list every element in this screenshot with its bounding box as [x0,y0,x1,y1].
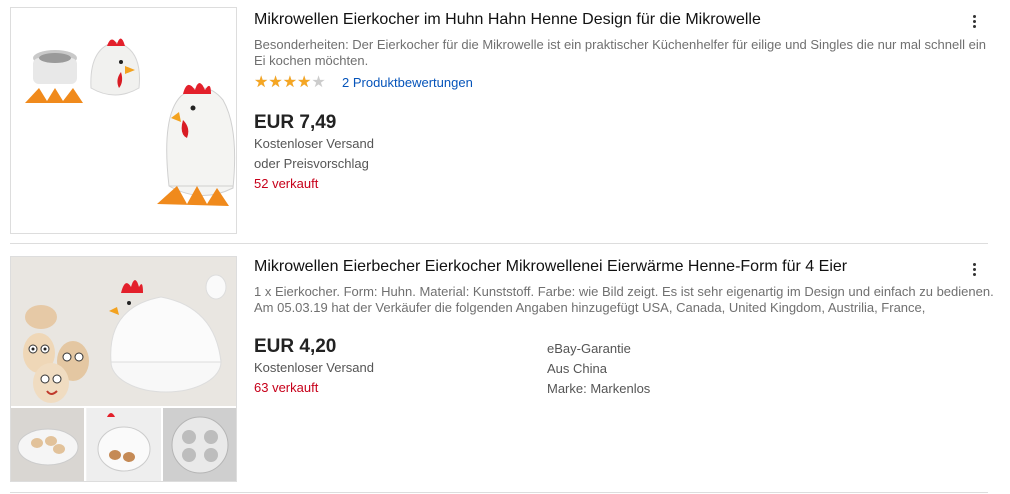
hen-egg-cooker-icon [25,38,236,206]
listing-subtitle: Besonderheiten: Der Eierkocher für die M… [254,37,986,68]
listing-item-1: Mikrowellen Eierkocher im Huhn Hahn Henn… [0,0,990,243]
listing-item-2: Mikrowellen Eierbecher Eierkocher Mikrow… [0,243,994,492]
hen-egg-cooker-collage-icon [11,257,236,481]
divider [10,492,988,493]
reviews-link[interactable]: 2 Produktbewertungen [342,75,473,90]
listing-title[interactable]: Mikrowellen Eierkocher im Huhn Hahn Henn… [254,11,761,29]
sold-count: 63 verkauft [254,380,319,395]
listing-image-2[interactable] [10,256,237,482]
price: EUR 7,49 [254,112,337,133]
shipping-text: Kostenloser Versand [254,136,374,151]
sold-count: 52 verkauft [254,176,319,191]
brand-text: Marke: Markenlos [547,381,651,396]
rating-row: ★★★★★ ★★★★★ 2 Produktbewertungen [254,74,473,90]
listing-meta: Kostenloser Versand 63 verkauft [254,358,374,398]
listing-extra-info: eBay-Garantie Aus China Marke: Markenlos [547,339,650,399]
listing-title[interactable]: Mikrowellen Eierbecher Eierkocher Mikrow… [254,258,847,276]
listing-subtitle: 1 x Eierkocher. Form: Huhn. Material: Ku… [254,284,994,315]
listing-image-1[interactable] [10,7,237,234]
star-rating-icon: ★★★★★ ★★★★★ [254,72,326,91]
listing-meta: Kostenloser Versand oder Preisvorschlag … [254,134,374,194]
price: EUR 4,20 [254,336,337,357]
more-options-icon[interactable] [966,259,984,281]
guarantee-text: eBay-Garantie [547,341,631,356]
more-options-icon[interactable] [966,11,984,33]
origin-text: Aus China [547,361,607,376]
best-offer-text: oder Preisvorschlag [254,156,369,171]
shipping-text: Kostenloser Versand [254,360,374,375]
